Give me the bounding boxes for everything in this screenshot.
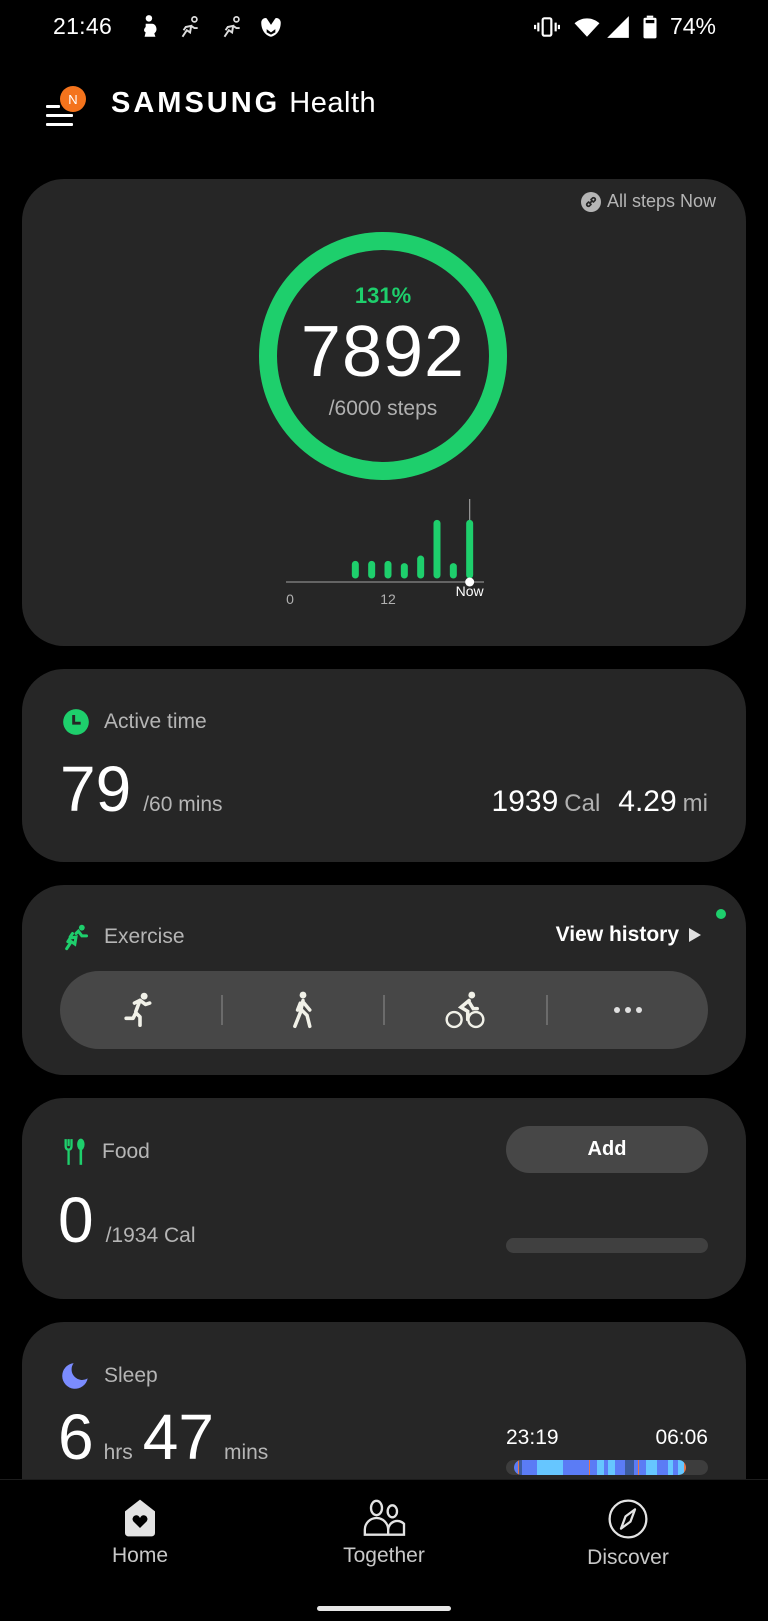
steps-source-selector[interactable]: All steps Now <box>580 191 716 212</box>
fork-spoon-icon <box>64 1138 85 1165</box>
sleep-minutes: 47 <box>142 1401 214 1473</box>
sleep-stage-segment <box>625 1460 635 1475</box>
sleep-stages-fill <box>514 1460 686 1475</box>
more-icon <box>613 1007 642 1013</box>
sleep-hours: 6 <box>58 1401 94 1473</box>
cell-signal-icon <box>607 16 629 38</box>
sleep-stage-segment <box>589 1460 597 1475</box>
calories-unit: Cal <box>564 790 601 817</box>
sleep-header: Sleep <box>62 1362 158 1390</box>
malwarebytes-icon <box>261 18 281 37</box>
sleep-end-time: 06:06 <box>655 1426 708 1449</box>
app-title: SAMSUNG Health <box>111 87 376 120</box>
food-progress-bar <box>506 1238 708 1253</box>
sleep-stage-segment <box>614 1460 626 1475</box>
notification-badge: N <box>60 86 86 112</box>
sleep-stage-segment <box>522 1460 537 1475</box>
exercise-runner-icon <box>65 924 89 951</box>
play-arrow-icon <box>689 928 701 942</box>
add-food-button[interactable]: Add <box>506 1126 708 1173</box>
sleep-stage-segment <box>607 1460 615 1475</box>
food-calories-goal: /1934 Cal <box>105 1224 196 1247</box>
steps-count: 7892 <box>300 312 466 392</box>
status-bar: 21:46 74% <box>0 0 768 56</box>
distance-unit: mi <box>682 790 708 817</box>
exercise-card[interactable]: Exercise View history <box>22 885 746 1075</box>
exercise-quick-start <box>60 971 708 1049</box>
pregnancy-icon <box>144 15 157 37</box>
sleep-stage-segment <box>646 1460 657 1475</box>
view-history-button[interactable]: View history <box>556 923 701 947</box>
nav-together[interactable]: Together <box>284 1498 484 1568</box>
exercise-label: Exercise <box>104 925 185 948</box>
view-history-label: View history <box>555 923 679 946</box>
cycling-icon <box>445 991 485 1029</box>
start-cycling-button[interactable] <box>385 971 546 1049</box>
x-tick-now: Now <box>456 583 484 599</box>
exercise-header: Exercise <box>62 923 185 951</box>
brand-name: SAMSUNG <box>111 87 281 119</box>
status-time: 21:46 <box>53 13 113 39</box>
home-heart-icon <box>125 1499 155 1537</box>
compass-icon <box>608 1499 648 1539</box>
sleep-stage-segment <box>596 1460 604 1475</box>
battery-icon <box>643 15 657 39</box>
app-name: Health <box>289 87 377 119</box>
start-running-button[interactable] <box>60 971 221 1049</box>
bottom-navigation: Home Together Discover <box>0 1479 768 1621</box>
app-header: N SAMSUNG Health <box>0 70 768 140</box>
sleep-stage-segment <box>638 1460 647 1475</box>
food-label: Food <box>102 1140 150 1163</box>
active-time-label: Active time <box>104 710 207 733</box>
more-exercises-button[interactable] <box>548 971 709 1049</box>
sleep-hours-unit: hrs <box>103 1441 133 1464</box>
running-icon <box>223 16 240 38</box>
sleep-card[interactable]: Sleep 6 hrs 47 mins 23:19 06:06 <box>22 1322 746 1502</box>
distance-value: 4.29 <box>618 785 677 818</box>
calories-value: 1939 <box>491 785 559 818</box>
start-walking-button[interactable] <box>223 971 384 1049</box>
steps-percent: 131% <box>354 283 412 308</box>
steps-card[interactable]: All steps Now 131% 7892 /6000 steps 0 12… <box>22 179 746 646</box>
moon-icon <box>62 1363 88 1389</box>
sleep-start-time: 23:19 <box>506 1426 559 1449</box>
active-time-header: Active time <box>62 708 207 736</box>
menu-button[interactable]: N <box>44 86 90 134</box>
active-time-goal: /60 mins <box>143 793 223 816</box>
vibrate-icon <box>534 17 560 37</box>
running-icon <box>124 992 152 1028</box>
food-card[interactable]: Food Add 0 /1934 Cal <box>22 1098 746 1299</box>
nav-discover[interactable]: Discover <box>528 1498 728 1570</box>
sleep-stage-segment <box>563 1460 589 1475</box>
nav-together-label: Together <box>343 1544 425 1567</box>
nav-discover-label: Discover <box>587 1546 669 1569</box>
steps-progress-ring: 131% 7892 /6000 steps <box>258 231 508 481</box>
food-header: Food <box>62 1138 150 1166</box>
nav-home[interactable]: Home <box>40 1498 240 1568</box>
steps-goal: /6000 steps <box>328 397 438 420</box>
sleep-stage-segment <box>536 1460 564 1475</box>
x-tick-12: 12 <box>380 591 396 607</box>
link-icon <box>580 191 601 212</box>
sleep-stages-bar <box>506 1460 708 1475</box>
nav-home-label: Home <box>111 1544 169 1567</box>
sleep-label: Sleep <box>104 1364 158 1387</box>
steps-source-label: All steps Now <box>606 191 716 211</box>
food-calories-value: 0 <box>58 1184 94 1256</box>
people-icon <box>363 1499 406 1536</box>
running-icon <box>181 16 198 38</box>
wifi-icon <box>574 18 600 37</box>
new-indicator-dot <box>716 909 726 919</box>
sleep-stage-segment <box>656 1460 668 1475</box>
gesture-home-indicator[interactable] <box>317 1606 451 1611</box>
sleep-stage-segment <box>683 1460 686 1475</box>
battery-percent: 74% <box>669 13 716 39</box>
walking-icon <box>292 991 312 1029</box>
active-time-value: 79 <box>60 753 132 825</box>
steps-hourly-chart: 0 12 Now <box>286 499 484 607</box>
clock-icon <box>63 709 89 735</box>
sleep-minutes-unit: mins <box>223 1441 269 1464</box>
active-time-card[interactable]: Active time 79 /60 mins 1939 Cal 4.29 mi <box>22 669 746 862</box>
x-tick-0: 0 <box>286 591 294 607</box>
